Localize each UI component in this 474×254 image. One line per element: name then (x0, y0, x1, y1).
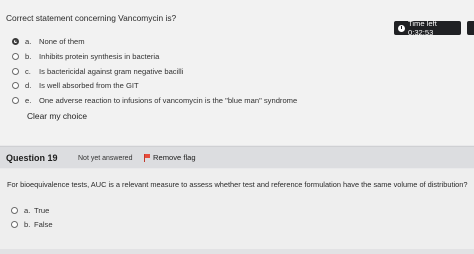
flag-icon (144, 153, 151, 162)
option-d[interactable]: d. Is well absorbed from the GIT (12, 79, 139, 91)
option-letter: d. (25, 80, 32, 90)
radio-icon[interactable] (12, 52, 19, 60)
option-label: Is bactericidal against gram negative ba… (39, 66, 184, 76)
radio-icon[interactable] (12, 67, 19, 75)
radio-icon[interactable] (11, 206, 18, 214)
option-label: Is well absorbed from the GIT (39, 80, 139, 90)
option-label: Inhibits protein synthesis in bacteria (39, 51, 160, 61)
option-c[interactable]: c. Is bactericidal against gram negative… (12, 65, 183, 77)
option-letter: c. (25, 66, 31, 76)
remove-flag-button[interactable]: Remove flag (144, 153, 196, 162)
clock-icon (398, 24, 405, 32)
question-text: Correct statement concerning Vancomycin … (6, 13, 177, 23)
question-number: Question 19 (6, 153, 58, 163)
option-label: One adverse reaction to infusions of van… (39, 95, 298, 105)
option-letter: e. (25, 95, 32, 105)
question-card: Correct statement concerning Vancomycin … (0, 0, 474, 145)
option-a[interactable]: a. None of them (12, 35, 85, 47)
question-text: For bioequivalence tests, AUC is a relev… (7, 180, 468, 189)
option-letter: b. (24, 219, 31, 229)
radio-icon[interactable] (12, 96, 19, 104)
option-e[interactable]: e. One adverse reaction to infusions of … (12, 94, 297, 106)
option-letter: b. (25, 51, 32, 61)
option-label: True (34, 205, 50, 215)
flag-label: Remove flag (153, 153, 196, 162)
option-true[interactable]: a. True (11, 204, 49, 216)
timer-badge: Time left 0:32:53 (394, 19, 461, 37)
option-label: False (34, 219, 53, 229)
question-info-bar: Question 19 Not yet answered Remove flag (0, 146, 474, 168)
radio-selected-icon[interactable] (12, 37, 19, 45)
option-false[interactable]: b. False (11, 218, 53, 230)
option-letter: a. (25, 36, 32, 46)
timer-text: Time left 0:32:53 (408, 19, 437, 37)
option-b[interactable]: b. Inhibits protein synthesis in bacteri… (12, 50, 159, 62)
option-letter: a. (24, 205, 31, 215)
question-state: Not yet answered (78, 154, 133, 162)
page-bottom-divider (0, 249, 474, 254)
sidebar-toggle-edge[interactable] (467, 21, 474, 35)
option-label: None of them (39, 36, 85, 46)
radio-icon[interactable] (11, 220, 18, 228)
radio-icon[interactable] (12, 81, 19, 89)
clear-choice-link[interactable]: Clear my choice (27, 111, 87, 121)
question-card-19: For bioequivalence tests, AUC is a relev… (0, 169, 474, 254)
